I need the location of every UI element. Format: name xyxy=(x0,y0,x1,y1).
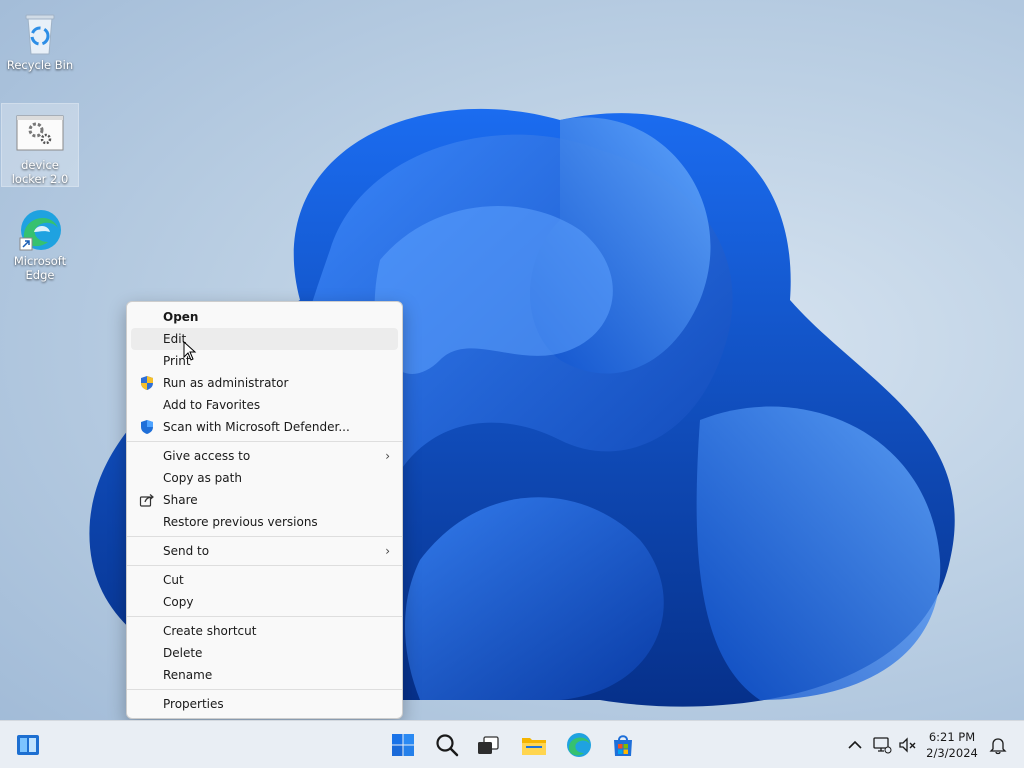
menu-item-copy[interactable]: Copy xyxy=(131,591,398,613)
menu-item-label: Open xyxy=(163,310,199,324)
menu-item-label: Add to Favorites xyxy=(163,398,261,412)
clock-time: 6:21 PM xyxy=(928,730,976,744)
edge-icon xyxy=(14,206,66,252)
menu-item-delete[interactable]: Delete xyxy=(131,642,398,664)
desktop[interactable]: Recycle Bin device locker 2.0 Microsoft … xyxy=(0,0,1024,720)
menu-item-properties[interactable]: Properties xyxy=(131,693,398,715)
menu-item-label: Restore previous versions xyxy=(163,515,318,529)
desktop-icon-label: Microsoft Edge xyxy=(13,254,67,282)
menu-item-label: Create shortcut xyxy=(163,624,257,638)
menu-separator xyxy=(127,565,402,566)
menu-item-cut[interactable]: Cut xyxy=(131,569,398,591)
notifications-button[interactable] xyxy=(988,735,1008,755)
desktop-icon-device-locker[interactable]: device locker 2.0 xyxy=(1,103,79,187)
volume-muted-icon xyxy=(899,737,916,753)
taskbar-clock[interactable]: 6:21 PM 2/3/2024 xyxy=(920,729,984,761)
task-view-button[interactable] xyxy=(472,729,504,761)
menu-separator xyxy=(127,689,402,690)
menu-item-print[interactable]: Print xyxy=(131,350,398,372)
widgets-button[interactable] xyxy=(12,729,44,761)
menu-item-create-shortcut[interactable]: Create shortcut xyxy=(131,620,398,642)
desktop-icon-label: Recycle Bin xyxy=(6,58,74,72)
edge-taskbar-button[interactable] xyxy=(563,729,595,761)
menu-item-rename[interactable]: Rename xyxy=(131,664,398,686)
menu-item-label: Share xyxy=(163,493,198,507)
menu-item-scan-defender[interactable]: Scan with Microsoft Defender... xyxy=(131,416,398,438)
task-view-icon xyxy=(478,736,499,754)
microsoft-store-button[interactable] xyxy=(607,729,639,761)
store-bag-icon xyxy=(614,735,632,756)
uac-shield-icon xyxy=(139,375,155,391)
menu-item-label: Run as administrator xyxy=(163,376,289,390)
chevron-up-icon xyxy=(848,740,862,749)
network-status-button[interactable] xyxy=(872,735,892,755)
menu-item-copy-as-path[interactable]: Copy as path xyxy=(131,467,398,489)
menu-item-label: Give access to xyxy=(163,449,251,463)
file-explorer-button[interactable] xyxy=(518,729,550,761)
network-icon xyxy=(873,737,892,754)
search-icon xyxy=(436,734,459,757)
menu-item-open[interactable]: Open xyxy=(131,306,398,328)
menu-item-label: Rename xyxy=(163,668,213,682)
menu-item-share[interactable]: Share xyxy=(131,489,398,511)
share-icon xyxy=(139,492,155,508)
chevron-right-icon: › xyxy=(385,449,390,463)
menu-item-run-as-administrator[interactable]: Run as administrator xyxy=(131,372,398,394)
context-menu: Open Edit Print Run as administrator Add… xyxy=(126,301,403,719)
search-button[interactable] xyxy=(431,729,463,761)
widgets-icon xyxy=(17,735,39,755)
desktop-icon-recycle-bin[interactable]: Recycle Bin xyxy=(2,4,78,72)
application-gear-icon xyxy=(14,110,66,156)
menu-item-label: Copy xyxy=(163,595,194,609)
chevron-right-icon: › xyxy=(385,544,390,558)
clock-date: 2/3/2024 xyxy=(926,746,978,760)
menu-item-give-access-to[interactable]: Give access to › xyxy=(131,445,398,467)
start-button[interactable] xyxy=(387,729,419,761)
menu-item-label: Cut xyxy=(163,573,184,587)
menu-item-send-to[interactable]: Send to › xyxy=(131,540,398,562)
menu-item-label: Delete xyxy=(163,646,203,660)
defender-shield-icon xyxy=(139,419,155,435)
menu-item-label: Copy as path xyxy=(163,471,242,485)
menu-item-edit[interactable]: Edit xyxy=(131,328,398,350)
mouse-cursor-icon xyxy=(183,341,197,361)
notification-bell-icon xyxy=(989,738,1007,755)
menu-separator xyxy=(127,616,402,617)
menu-item-add-to-favorites[interactable]: Add to Favorites xyxy=(131,394,398,416)
menu-separator xyxy=(127,536,402,537)
taskbar: 6:21 PM 2/3/2024 xyxy=(0,720,1024,768)
desktop-icon-label: device locker 2.0 xyxy=(11,158,69,186)
menu-item-label: Properties xyxy=(163,697,224,711)
menu-item-label: Send to xyxy=(163,544,210,558)
recycle-bin-icon xyxy=(14,10,66,56)
folder-icon xyxy=(522,738,546,755)
edge-icon xyxy=(567,733,591,757)
desktop-icon-microsoft-edge[interactable]: Microsoft Edge xyxy=(2,200,78,282)
menu-item-label: Scan with Microsoft Defender... xyxy=(163,420,350,434)
volume-button[interactable] xyxy=(898,735,918,755)
windows-logo-icon xyxy=(392,734,414,756)
show-hidden-icons-button[interactable] xyxy=(846,735,864,755)
menu-separator xyxy=(127,441,402,442)
menu-item-restore-previous-versions[interactable]: Restore previous versions xyxy=(131,511,398,533)
